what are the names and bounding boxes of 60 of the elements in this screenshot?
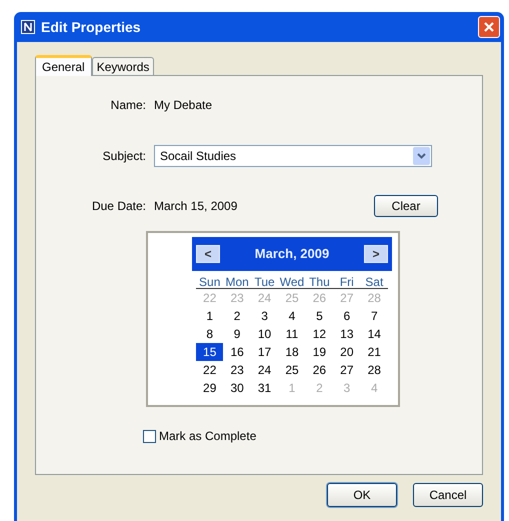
calendar-day[interactable]: 24	[250, 361, 278, 379]
calendar-day[interactable]: 15	[196, 343, 224, 361]
previous-month-button[interactable]: <	[196, 245, 220, 263]
weekday-label: Thu	[308, 274, 331, 291]
calendar-day[interactable]: 30	[223, 379, 251, 397]
subject-dropdown[interactable]: Socail Studies	[154, 145, 432, 167]
calendar-day[interactable]: 14	[360, 325, 388, 343]
calendar-day[interactable]: 10	[250, 325, 278, 343]
calendar-day[interactable]: 22	[196, 361, 224, 379]
calendar-day[interactable]: 8	[196, 325, 224, 343]
calendar-day[interactable]: 19	[306, 343, 334, 361]
clear-button[interactable]: Clear	[374, 195, 438, 217]
field-label: Name:	[110, 97, 147, 114]
calendar-day[interactable]: 18	[278, 343, 306, 361]
weekday-label: Wed	[278, 274, 306, 291]
calendar-day[interactable]: 4	[278, 307, 306, 325]
dropdown-caret-icon	[413, 147, 430, 165]
due-date-value: March 15, 2009	[154, 198, 238, 215]
checkbox-label: Mark as Complete	[159, 428, 256, 445]
checkbox[interactable]	[143, 430, 156, 442]
weekday-label: Tue	[253, 274, 276, 291]
calendar-day[interactable]: 31	[250, 379, 278, 397]
calendar-day[interactable]: 11	[278, 325, 306, 343]
ok-button[interactable]: OK	[327, 483, 397, 507]
calendar-day[interactable]: 27	[333, 361, 361, 379]
field-label: Due Date:	[90, 198, 147, 215]
tab[interactable]: Keywords	[92, 57, 154, 75]
calendar-day[interactable]: 5	[306, 307, 334, 325]
weekday-label: Sun	[198, 274, 222, 291]
cancel-button[interactable]: Cancel	[413, 483, 483, 507]
calendar-day[interactable]: 17	[250, 343, 278, 361]
name-value: My Debate	[154, 97, 212, 114]
calendar-day[interactable]: 26	[306, 361, 334, 379]
app-icon	[21, 20, 35, 34]
calendar-day[interactable]: 2	[223, 307, 251, 325]
weekday-label: Mon	[224, 274, 250, 291]
close-icon	[483, 21, 495, 33]
field-label: Subject:	[102, 148, 147, 165]
calendar-day[interactable]: 21	[360, 343, 388, 361]
tab[interactable]: General	[35, 55, 92, 76]
weekday-label: Sat	[364, 274, 384, 291]
calendar-day[interactable]: 12	[306, 325, 334, 343]
window-title: Edit Properties	[41, 18, 142, 37]
calendar-day[interactable]: 29	[196, 379, 224, 397]
calendar-day[interactable]: 28	[360, 361, 388, 379]
calendar-day[interactable]: 16	[223, 343, 251, 361]
next-month-button[interactable]: >	[364, 245, 388, 263]
close-button[interactable]	[478, 16, 500, 38]
calendar-day[interactable]: 23	[223, 361, 251, 379]
calendar-day[interactable]: 1	[196, 307, 224, 325]
calendar[interactable]: < March, 2009 > Sun Mon Tue Wed Thu Fri Sat 22 23 24 25 26 27 28 1 2 3 4 5 6 7 8 9 10 11 12 13 14 15 16 17 18 19 20 21 22 23 24 25 26 27 28 29 30 31 1 2 3 4	[146, 231, 400, 407]
calendar-day[interactable]: 25	[278, 361, 306, 379]
calendar-day[interactable]: 13	[333, 325, 361, 343]
calendar-day[interactable]: 7	[360, 307, 388, 325]
calendar-day[interactable]: 9	[223, 325, 251, 343]
calendar-day[interactable]: 20	[333, 343, 361, 361]
calendar-day[interactable]: 6	[333, 307, 361, 325]
calendar-day[interactable]: 3	[250, 307, 278, 325]
weekday-label: Fri	[338, 274, 355, 291]
calendar-title: March, 2009	[254, 245, 330, 264]
